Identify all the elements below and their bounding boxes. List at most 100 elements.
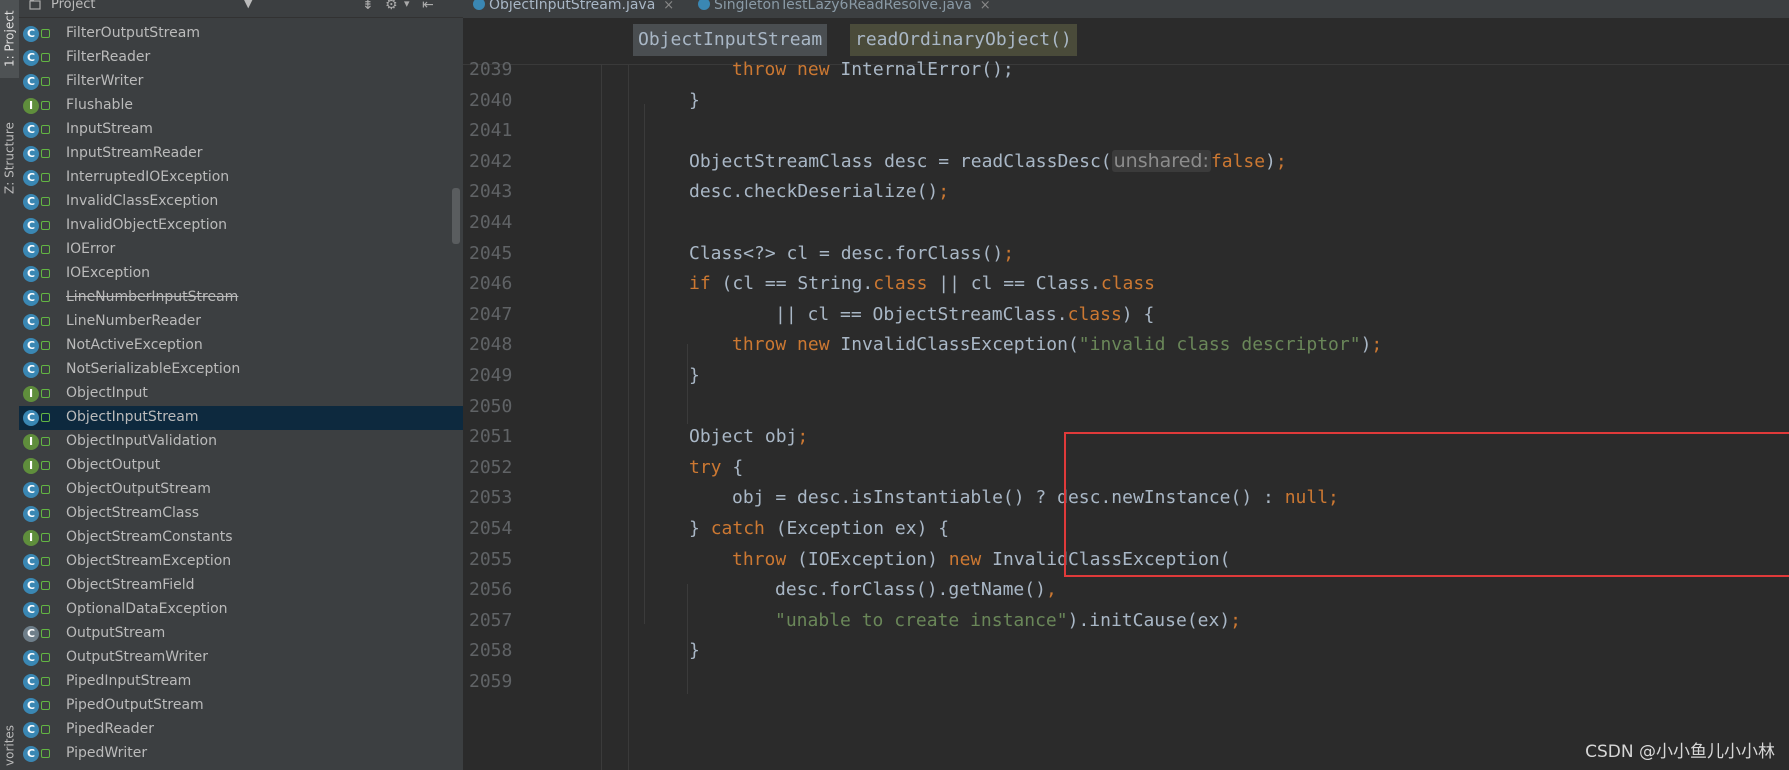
code-token: class [873,273,928,295]
public-access-icon [41,365,50,374]
code-token: ) [1360,334,1372,356]
tree-item-label: InvalidObjectException [66,217,228,233]
class-icon: C [23,362,39,378]
code-token: || cl == ObjectStreamClass. [775,303,1068,325]
tree-item-label: ObjectStreamException [66,553,232,569]
tree-item[interactable]: C PipedWriter [19,742,463,766]
code-token: Object obj [689,426,798,448]
code-area[interactable]: 2039 throw new InternalError(); 2040} 2041 2… [463,59,1789,770]
gear-icon[interactable]: ⚙ [385,0,398,13]
editor-tab-singletontest[interactable]: SingletonTestLazy6ReadResolve.java × [698,0,991,18]
public-access-icon [41,173,50,182]
code-token: ; [797,426,809,448]
code-token: catch [710,518,776,539]
tree-item[interactable]: C ObjectOutputStream [19,478,463,502]
tree-item[interactable]: I ObjectInput [19,382,463,406]
tree-item[interactable]: C InputStream [19,118,463,142]
tree-item-label: ObjectInputStream [66,409,199,425]
class-icon: C [23,554,39,570]
tree-item[interactable]: C ObjectStreamClass [19,502,463,526]
tree-item[interactable]: C InvalidObjectException [19,214,463,238]
public-access-icon [41,581,50,590]
tree-item[interactable]: C PipedOutputStream [19,694,463,718]
code-token: ) { [1121,303,1155,325]
class-icon: C [23,242,39,258]
tree-item-label: InputStream [66,121,153,137]
tree-item[interactable]: C ObjectInputStream [19,406,463,430]
parameter-hint: unshared: [1111,149,1211,172]
tree-item-label: ObjectOutput [66,457,161,473]
tree-item[interactable]: C IOError [19,238,463,262]
favorites-tool-tab[interactable]: vorites [0,720,19,770]
tree-item[interactable]: C InputStreamReader [19,142,463,166]
tree-item[interactable]: I ObjectStreamConstants [19,526,463,550]
tree-item[interactable]: C ObjectStreamField [19,574,463,598]
tree-item[interactable]: C OutputStreamWriter [19,646,463,670]
tree-item[interactable]: C OptionalDataException [19,598,463,622]
tree-item-label: FilterReader [66,49,151,65]
public-access-icon [41,461,50,470]
class-icon: C [23,194,39,210]
structure-tool-tab[interactable]: Z: Structure [0,110,19,206]
hide-panel-icon[interactable]: ⇤ [422,0,434,13]
tree-item[interactable]: C OutputStream [19,622,463,646]
public-access-icon [41,77,50,86]
tree-item[interactable]: C PipedReader [19,718,463,742]
public-access-icon [41,701,50,710]
tree-item[interactable]: I Flushable [19,94,463,118]
tree-item[interactable]: C ObjectStreamException [19,550,463,574]
interface-icon: I [23,434,39,450]
tree-item[interactable]: C NotActiveException [19,334,463,358]
tree-item[interactable]: I ObjectOutput [19,454,463,478]
tree-item[interactable]: C PipedInputStream [19,670,463,694]
chevron-down-icon[interactable]: ▼ [244,0,252,10]
public-access-icon [41,533,50,542]
code-token: } [689,640,700,662]
collapse-all-icon[interactable]: ⇟ [362,0,374,13]
tree-item[interactable]: C InterruptedIOException [19,166,463,190]
tree-item[interactable]: C LineNumberInputStream [19,286,463,310]
project-tree: C FilterOutputStream C FilterReader C FilterW… [19,22,463,766]
tree-item-label: ObjectStreamConstants [66,529,233,545]
interface-icon: I [23,98,39,114]
scrollbar-thumb[interactable] [452,188,460,244]
code-token: (IOException) [797,548,949,570]
class-icon: C [23,122,39,138]
tree-item-label: ObjectInput [66,385,148,401]
code-token: false [1210,150,1266,172]
code-token: throw new [732,334,841,356]
side-tool-strip: 1: Project Z: Structure vorites [0,0,20,770]
indent-guide [687,344,688,424]
tree-item-label: LineNumberInputStream [66,289,239,305]
tree-item[interactable]: C IOException [19,262,463,286]
tree-item[interactable]: C LineNumberReader [19,310,463,334]
code-token: ) [1265,150,1276,172]
tree-item[interactable]: C FilterReader [19,46,463,70]
settings-caret-icon[interactable]: ▾ [404,0,410,10]
close-icon[interactable]: × [663,0,674,13]
folder-icon [29,0,41,10]
tree-item[interactable]: I ObjectInputValidation [19,430,463,454]
editor-tab-objectinputstream[interactable]: ObjectInputStream.java × [473,0,675,20]
project-tool-tab[interactable]: 1: Project [0,0,19,78]
code-token: || cl == Class. [927,273,1101,295]
class-icon: C [23,338,39,354]
public-access-icon [41,653,50,662]
tree-item-label: IOError [66,241,116,257]
tree-item[interactable]: C FilterOutputStream [19,22,463,46]
close-icon[interactable]: × [980,0,991,13]
public-access-icon [41,749,50,758]
watermark: CSDN @小小鱼儿小小林 [1585,742,1775,762]
tree-item[interactable]: C NotSerializableException [19,358,463,382]
code-token: (Exception ex) { [775,518,950,539]
code-token: new [948,548,993,570]
code-token: "invalid class descriptor" [1078,334,1361,356]
tree-item[interactable]: C InvalidClassException [19,190,463,214]
code-token: } [689,89,700,111]
public-access-icon [41,509,50,518]
code-token: } [689,518,711,539]
public-access-icon [41,557,50,566]
tree-item[interactable]: C FilterWriter [19,70,463,94]
indent-guide [644,104,645,624]
code-token: , [1045,579,1057,601]
